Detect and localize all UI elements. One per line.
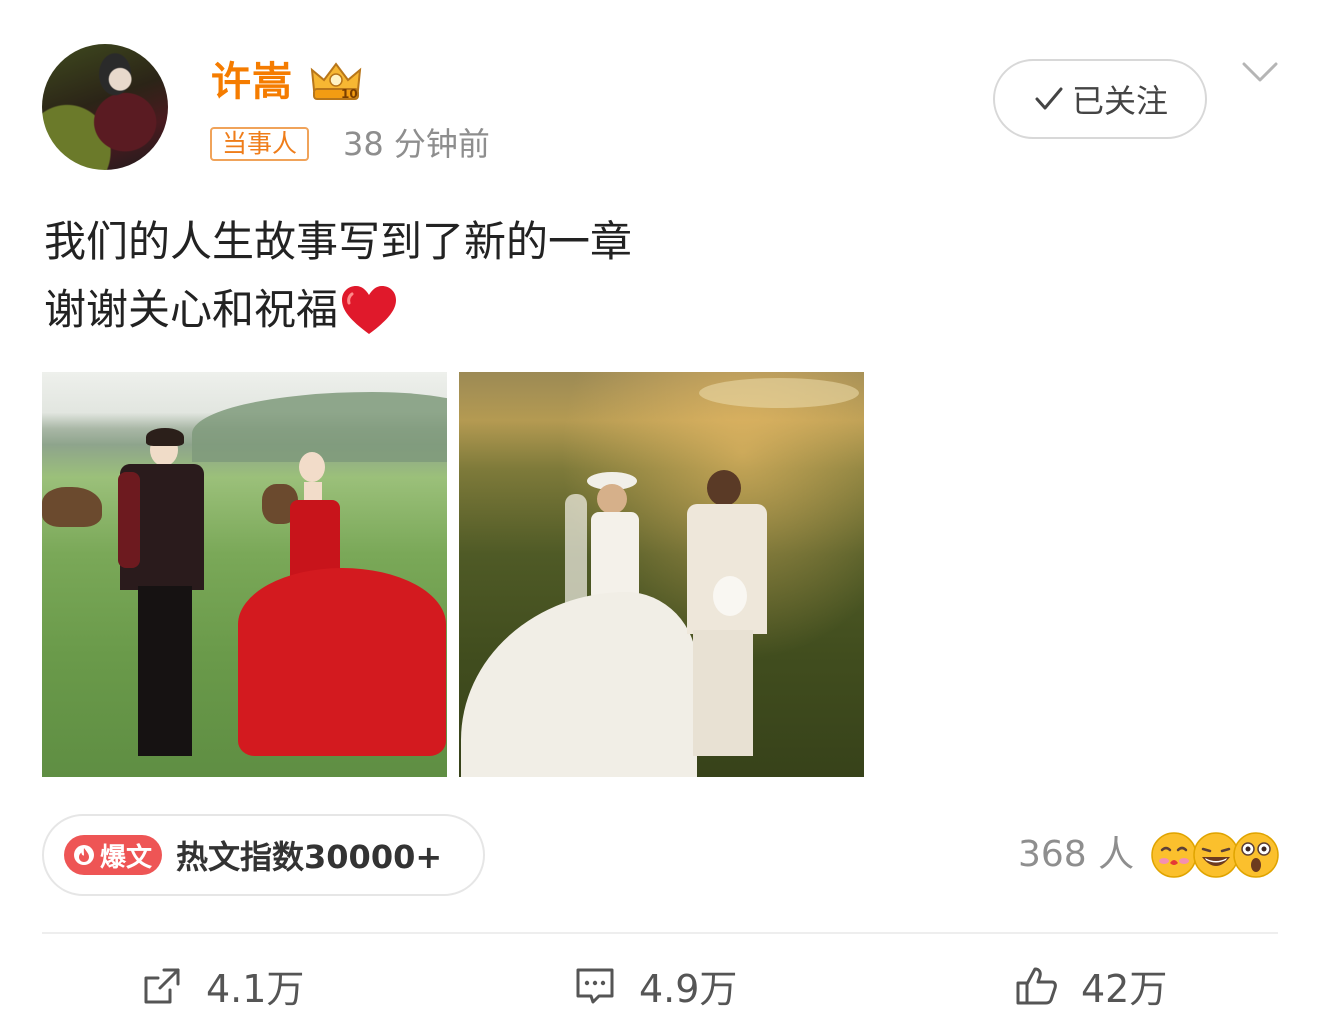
post-photo-1[interactable] (42, 372, 447, 777)
post-time: 38 分钟前 (343, 125, 490, 163)
post-content: 我们的人生故事写到了新的一章 谢谢关心和祝福 (44, 208, 632, 344)
author-name[interactable]: 许嵩 (211, 58, 293, 106)
post-line-2-text: 谢谢关心和祝福 (44, 285, 339, 334)
reaction-count[interactable]: 368 人 (1018, 832, 1134, 878)
vip-crown-icon: 10 (310, 62, 362, 101)
comment-count: 4.9万 (639, 967, 738, 1011)
shocked-emoji-icon (1233, 832, 1279, 878)
divider (42, 932, 1278, 934)
fire-icon (74, 845, 94, 865)
repost-count: 4.1万 (206, 967, 305, 1011)
repost-icon (144, 968, 180, 1003)
post-line-2: 谢谢关心和祝福 (44, 276, 632, 344)
like-count: 42万 (1081, 967, 1168, 1011)
check-icon (1035, 87, 1063, 110)
hot-post-badge[interactable]: 爆文 热文指数30000+ (42, 814, 485, 896)
author-avatar[interactable] (42, 44, 168, 170)
follow-label: 已关注 (1071, 82, 1168, 120)
like-button[interactable]: 42万 (1015, 958, 1167, 1013)
post-line-1: 我们的人生故事写到了新的一章 (44, 217, 633, 266)
hot-index-text: 热文指数30000+ (176, 838, 443, 876)
thumbs-up-icon (1016, 967, 1057, 1004)
heart-icon (342, 286, 397, 334)
participant-tag: 当事人 (210, 127, 310, 161)
bao-pill: 爆文 (64, 835, 163, 875)
chevron-down-icon[interactable] (1240, 58, 1280, 88)
comment-button[interactable]: 4.9万 (573, 958, 737, 1013)
repost-button[interactable]: 4.1万 (140, 958, 304, 1013)
follow-button[interactable]: 已关注 (993, 59, 1207, 139)
svg-text:10: 10 (341, 87, 358, 101)
post-photo-2[interactable] (459, 372, 864, 777)
comment-icon (576, 968, 614, 1003)
bao-label: 爆文 (100, 842, 153, 873)
kiss-emoji-icon (1151, 832, 1197, 878)
